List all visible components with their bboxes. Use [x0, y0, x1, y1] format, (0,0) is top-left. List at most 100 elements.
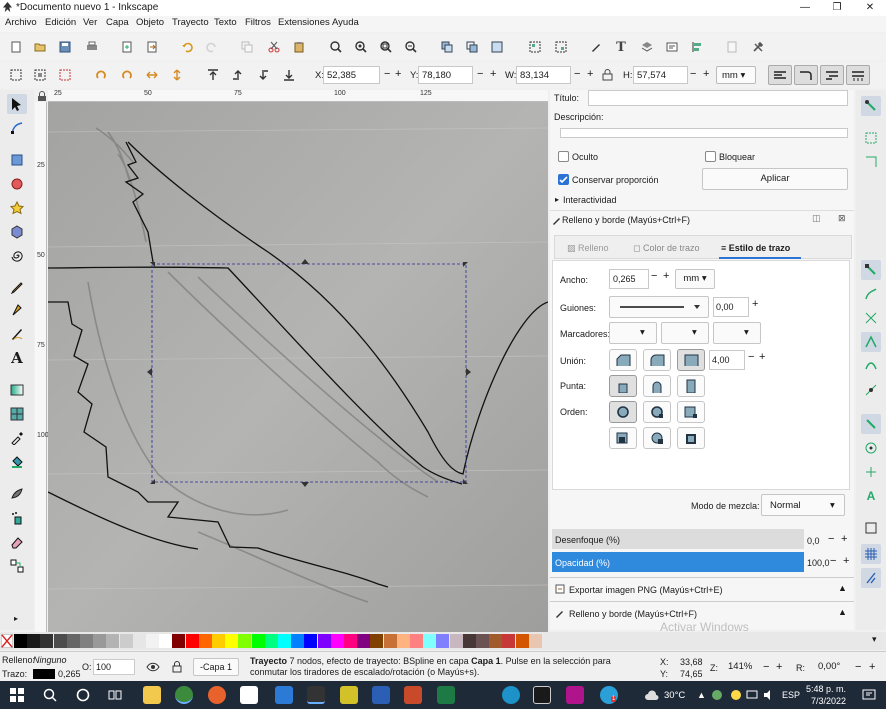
interactivity-expander[interactable]: Interactividad — [563, 195, 617, 205]
y-increment[interactable]: + — [490, 68, 496, 80]
end-marker-select[interactable]: ▾ — [713, 322, 761, 344]
snap-paths-icon[interactable] — [861, 284, 881, 304]
xml-editor-icon[interactable] — [663, 38, 681, 56]
cap-butt-button[interactable] — [609, 375, 637, 397]
drawing-canvas[interactable] — [48, 102, 548, 632]
snap-path-intersections-icon[interactable] — [861, 308, 881, 328]
stroke-width-field[interactable]: 0,265 — [609, 269, 649, 289]
mesh-tool-icon[interactable] — [7, 404, 27, 424]
paint-bucket-tool-icon[interactable] — [7, 452, 27, 472]
opacity-value[interactable]: 100,0 — [807, 558, 830, 568]
miter-limit-field[interactable]: 4,00 — [709, 350, 745, 370]
blur-value[interactable]: 0,0 — [807, 536, 820, 546]
menu-archivo[interactable]: Archivo — [5, 17, 37, 28]
tray-norton-icon[interactable] — [731, 690, 741, 700]
text-tool-icon[interactable]: A — [7, 348, 27, 368]
align-distribute-icon[interactable] — [688, 38, 706, 56]
duplicate-icon[interactable] — [438, 38, 456, 56]
eraser-tool-icon[interactable] — [7, 532, 27, 552]
layers-icon[interactable] — [638, 38, 656, 56]
preferences-icon[interactable] — [749, 38, 767, 56]
language-indicator[interactable]: ESP — [782, 690, 800, 700]
cap-square-button[interactable] — [677, 375, 705, 397]
height-field[interactable]: 57,574 — [633, 66, 688, 84]
description-input[interactable] — [560, 128, 848, 138]
tab-fill[interactable]: ▨ Relleno — [567, 243, 609, 254]
palette-swatch[interactable] — [370, 634, 384, 648]
palette-swatch[interactable] — [317, 634, 331, 648]
miter-limit-decrement[interactable]: − — [748, 351, 754, 363]
snap-others-icon[interactable] — [861, 414, 881, 434]
menu-objeto[interactable]: Objeto — [136, 17, 164, 28]
spray-tool-icon[interactable] — [7, 508, 27, 528]
palette-swatch[interactable] — [159, 634, 173, 648]
palette-swatch[interactable] — [344, 634, 357, 648]
menu-texto[interactable]: Texto — [214, 17, 237, 28]
palette-swatch[interactable] — [40, 634, 54, 648]
tray-app-icon[interactable] — [712, 690, 722, 700]
blur-increment[interactable]: + — [841, 533, 847, 545]
panel-close-icon[interactable]: ⊠ — [838, 213, 846, 224]
toolbox-more-icon[interactable]: ▸ — [14, 614, 18, 623]
stroke-width-increment[interactable]: + — [663, 270, 669, 282]
snap-page-border-icon[interactable] — [861, 518, 881, 538]
raise-icon[interactable] — [229, 66, 247, 84]
order-fill-markers-stroke-button[interactable] — [677, 401, 705, 423]
mid-marker-select[interactable]: ▾ — [661, 322, 709, 344]
blur-decrement[interactable]: − — [828, 533, 834, 545]
word-icon[interactable] — [372, 686, 390, 704]
snap-midpoints-icon[interactable] — [861, 380, 881, 400]
fill-indicator-value[interactable]: Ninguno — [33, 655, 67, 665]
snap-text-baseline-icon[interactable]: A — [861, 486, 881, 506]
open-file-icon[interactable] — [31, 38, 49, 56]
preserve-ratio-checkbox[interactable] — [558, 174, 569, 185]
copy-icon[interactable] — [238, 38, 256, 56]
layer-select[interactable]: -Capa 1 ▾ — [193, 658, 239, 688]
powerpoint-icon[interactable] — [404, 686, 422, 704]
palette-menu-icon[interactable]: ▾ — [872, 634, 877, 645]
palette-swatch[interactable] — [14, 634, 27, 648]
expander-arrow-icon[interactable]: ▸ — [555, 195, 559, 204]
stroke-color-swatch[interactable] — [33, 669, 55, 679]
apply-button[interactable]: Aplicar — [702, 168, 848, 190]
scale-corners-icon[interactable] — [794, 65, 818, 85]
palette-swatch[interactable] — [357, 634, 371, 648]
media-app-icon[interactable] — [533, 686, 551, 704]
lock-proportions-icon[interactable] — [602, 69, 613, 81]
export-icon[interactable] — [143, 38, 161, 56]
tab-stroke-style[interactable]: ≡ Estilo de trazo — [721, 243, 790, 253]
unlink-clone-icon[interactable] — [488, 38, 506, 56]
y-decrement[interactable]: − — [477, 68, 483, 80]
rotate-ccw-icon[interactable] — [92, 66, 110, 84]
palette-swatch[interactable] — [238, 634, 252, 648]
order-markers-stroke-fill-button[interactable] — [677, 427, 705, 449]
network-icon[interactable] — [746, 690, 758, 700]
w-decrement[interactable]: − — [574, 68, 580, 80]
palette-swatch[interactable] — [225, 634, 239, 648]
lower-bottom-icon[interactable] — [280, 66, 298, 84]
chrome-icon[interactable] — [175, 686, 193, 704]
clock-date[interactable]: 7/3/2022 — [811, 696, 846, 706]
palette-swatch[interactable] — [185, 634, 199, 648]
join-miter-button[interactable] — [677, 349, 705, 371]
3d-box-tool-icon[interactable] — [7, 222, 27, 242]
firefox-icon[interactable] — [208, 686, 226, 704]
palette-swatch[interactable] — [436, 634, 450, 648]
stroke-width-decrement[interactable]: − — [651, 270, 657, 282]
opacity-decrement[interactable]: − — [830, 555, 836, 567]
import-icon[interactable] — [118, 38, 136, 56]
palette-swatch[interactable] — [80, 634, 93, 648]
paste-icon[interactable] — [290, 38, 308, 56]
palette-swatch[interactable] — [291, 634, 305, 648]
scale-stroke-icon[interactable] — [768, 65, 792, 85]
temperature-text[interactable]: 30°C — [664, 690, 685, 701]
snap-smooth-nodes-icon[interactable] — [861, 356, 881, 376]
width-field[interactable]: 83,134 — [516, 66, 571, 84]
no-paint-swatch-icon[interactable] — [1, 634, 13, 648]
flip-vertical-icon[interactable] — [168, 66, 186, 84]
palette-swatch[interactable] — [66, 634, 80, 648]
raise-top-icon[interactable] — [204, 66, 222, 84]
calligraphy-tool-icon[interactable] — [7, 324, 27, 344]
flip-horizontal-icon[interactable] — [143, 66, 161, 84]
layer-lock-icon[interactable] — [172, 661, 182, 673]
